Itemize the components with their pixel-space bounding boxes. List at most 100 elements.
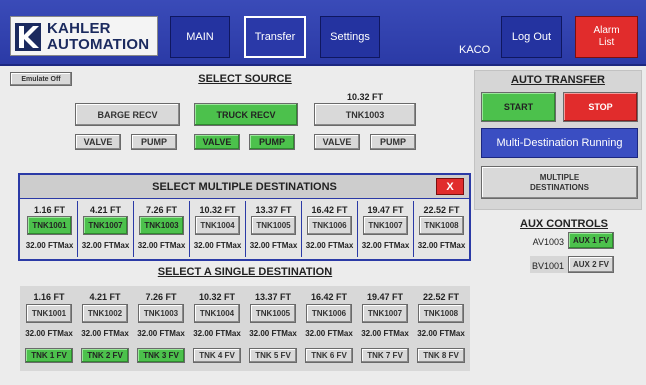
aux-controls-title: AUX CONTROLS <box>520 218 608 230</box>
multi-tank-max: 32.00 FTMax <box>417 241 466 250</box>
multi-tank-cell: 19.47 FT TNK1007 32.00 FTMax <box>358 201 414 257</box>
aux1-label: AV1003 <box>532 237 564 247</box>
multi-tank-level: 10.32 FT <box>199 205 236 215</box>
logo-text-line1: KAHLER <box>47 20 111 37</box>
single-tank-fv-button[interactable]: TNK 1 FV <box>25 348 73 363</box>
multi-tank-cell: 10.32 FT TNK1004 32.00 FTMax <box>190 201 246 257</box>
nav-transfer-button[interactable]: Transfer <box>244 16 306 58</box>
single-tank-button[interactable]: TNK1001 <box>26 304 72 323</box>
select-source-title: SELECT SOURCE <box>198 73 292 85</box>
logo-text-line2: AUTOMATION <box>47 36 150 53</box>
single-tank-fv-button[interactable]: TNK 7 FV <box>361 348 409 363</box>
auto-stop-button[interactable]: STOP <box>563 92 638 122</box>
alarm-list-button[interactable]: Alarm List <box>575 16 638 58</box>
single-tank-max: 32.00 FTMax <box>137 329 185 338</box>
multi-tank-button[interactable]: TNK1003 <box>139 216 184 235</box>
single-tank-max: 32.00 FTMax <box>417 329 465 338</box>
multiple-destinations-panel: SELECT MULTIPLE DESTINATIONS X 1.16 FT TN… <box>18 173 471 261</box>
emulate-toggle-button[interactable]: Emulate Off <box>10 72 72 86</box>
source-tank-button[interactable]: TNK1003 <box>314 103 416 126</box>
single-tank-level: 4.21 FT <box>89 292 121 302</box>
multi-tank-max: 32.00 FTMax <box>249 241 298 250</box>
single-tank-level: 10.32 FT <box>198 292 236 302</box>
single-tank-level: 1.16 FT <box>33 292 65 302</box>
transfer-status-banner: Multi-Destination Running <box>481 128 638 158</box>
truck-valve-button[interactable]: VALVE <box>194 134 240 150</box>
multi-tank-button[interactable]: TNK1008 <box>419 216 464 235</box>
multi-tank-button[interactable]: TNK1001 <box>27 216 72 235</box>
multi-tank-level: 19.47 FT <box>367 205 404 215</box>
alarm-label: Alarm List <box>593 25 620 48</box>
multiple-destinations-title: SELECT MULTIPLE DESTINATIONS <box>152 180 337 193</box>
multi-tank-max: 32.00 FTMax <box>193 241 242 250</box>
auto-transfer-title: AUTO TRANSFER <box>511 74 605 86</box>
aux1-fv-button[interactable]: AUX 1 FV <box>568 232 614 249</box>
single-tank-button[interactable]: TNK1007 <box>362 304 408 323</box>
single-tank-fv-button[interactable]: TNK 4 FV <box>193 348 241 363</box>
single-tank-button[interactable]: TNK1005 <box>250 304 296 323</box>
transfer-screen: KAHLER AUTOMATION MAIN Transfer Settings… <box>0 0 646 385</box>
single-tank-fv-button[interactable]: TNK 8 FV <box>417 348 465 363</box>
nav-settings-button[interactable]: Settings <box>320 16 380 58</box>
multi-tank-level: 1.16 FT <box>33 205 65 215</box>
multi-tank-max: 32.00 FTMax <box>305 241 354 250</box>
source-tank-pump-button[interactable]: PUMP <box>370 134 416 150</box>
single-tank-fv-button[interactable]: TNK 5 FV <box>249 348 297 363</box>
truck-recv-button[interactable]: TRUCK RECV <box>194 103 298 126</box>
single-tank-level: 13.37 FT <box>254 292 292 302</box>
barge-pump-button[interactable]: PUMP <box>131 134 177 150</box>
multi-tank-level: 22.52 FT <box>423 205 460 215</box>
multi-tank-cell: 4.21 FT TNK1007 32.00 FTMax <box>78 201 134 257</box>
barge-recv-button[interactable]: BARGE RECV <box>75 103 180 126</box>
single-tank-fv-button[interactable]: TNK 3 FV <box>137 348 185 363</box>
multi-tank-button[interactable]: TNK1006 <box>307 216 352 235</box>
multiple-destinations-label: MULTIPLE DESTINATIONS <box>530 172 589 192</box>
single-tank-button[interactable]: TNK1006 <box>306 304 352 323</box>
source-tank-level: 10.32 FT <box>346 92 384 102</box>
multi-tank-button[interactable]: TNK1007 <box>83 216 128 235</box>
single-tank-button[interactable]: TNK1002 <box>82 304 128 323</box>
multiple-destinations-header: SELECT MULTIPLE DESTINATIONS X <box>20 175 469 199</box>
auto-start-button[interactable]: START <box>481 92 556 122</box>
kahler-k-icon <box>15 23 41 51</box>
single-tank-max: 32.00 FTMax <box>305 329 353 338</box>
logout-button[interactable]: Log Out <box>501 16 562 58</box>
single-tank-fv-button[interactable]: TNK 6 FV <box>305 348 353 363</box>
multi-tank-level: 16.42 FT <box>311 205 348 215</box>
single-tank-fv-button[interactable]: TNK 2 FV <box>81 348 129 363</box>
single-tank-max: 32.00 FTMax <box>249 329 297 338</box>
single-destination-title: SELECT A SINGLE DESTINATION <box>157 266 333 278</box>
multi-tank-cell: 1.16 FT TNK1001 32.00 FTMax <box>22 201 78 257</box>
single-tank-button[interactable]: TNK1008 <box>418 304 464 323</box>
multi-tank-max: 32.00 FTMax <box>137 241 186 250</box>
header-bar: KAHLER AUTOMATION MAIN Transfer Settings… <box>0 0 646 66</box>
close-multiple-panel-button[interactable]: X <box>436 178 464 195</box>
single-tank-level: 19.47 FT <box>366 292 404 302</box>
single-tank-button[interactable]: TNK1004 <box>194 304 240 323</box>
single-tank-level: 7.26 FT <box>145 292 177 302</box>
multi-tank-cell: 13.37 FT TNK1005 32.00 FTMax <box>246 201 302 257</box>
truck-pump-button[interactable]: PUMP <box>249 134 295 150</box>
multi-tank-button[interactable]: TNK1004 <box>195 216 240 235</box>
single-tank-max: 32.00 FTMax <box>193 329 241 338</box>
multi-tank-button[interactable]: TNK1005 <box>251 216 296 235</box>
multi-tank-cell: 16.42 FT TNK1006 32.00 FTMax <box>302 201 358 257</box>
source-tank-valve-button[interactable]: VALVE <box>314 134 360 150</box>
multiple-destinations-button[interactable]: MULTIPLE DESTINATIONS <box>481 166 638 199</box>
station-id: KACO <box>459 44 491 56</box>
single-tank-level: 16.42 FT <box>310 292 348 302</box>
multi-tank-level: 13.37 FT <box>255 205 292 215</box>
multi-tank-cell: 7.26 FT TNK1003 32.00 FTMax <box>134 201 190 257</box>
nav-main-button[interactable]: MAIN <box>170 16 230 58</box>
single-tank-max: 32.00 FTMax <box>81 329 129 338</box>
multi-tank-level: 7.26 FT <box>145 205 177 215</box>
kahler-automation-logo: KAHLER AUTOMATION <box>10 16 158 56</box>
aux2-label: BV1001 <box>531 261 564 271</box>
multi-tank-max: 32.00 FTMax <box>361 241 410 250</box>
single-tank-button[interactable]: TNK1003 <box>138 304 184 323</box>
barge-valve-button[interactable]: VALVE <box>75 134 121 150</box>
multi-tank-cell: 22.52 FT TNK1008 32.00 FTMax <box>414 201 470 257</box>
aux2-fv-button[interactable]: AUX 2 FV <box>568 256 614 273</box>
multi-tank-button[interactable]: TNK1007 <box>363 216 408 235</box>
multi-tank-max: 32.00 FTMax <box>25 241 74 250</box>
